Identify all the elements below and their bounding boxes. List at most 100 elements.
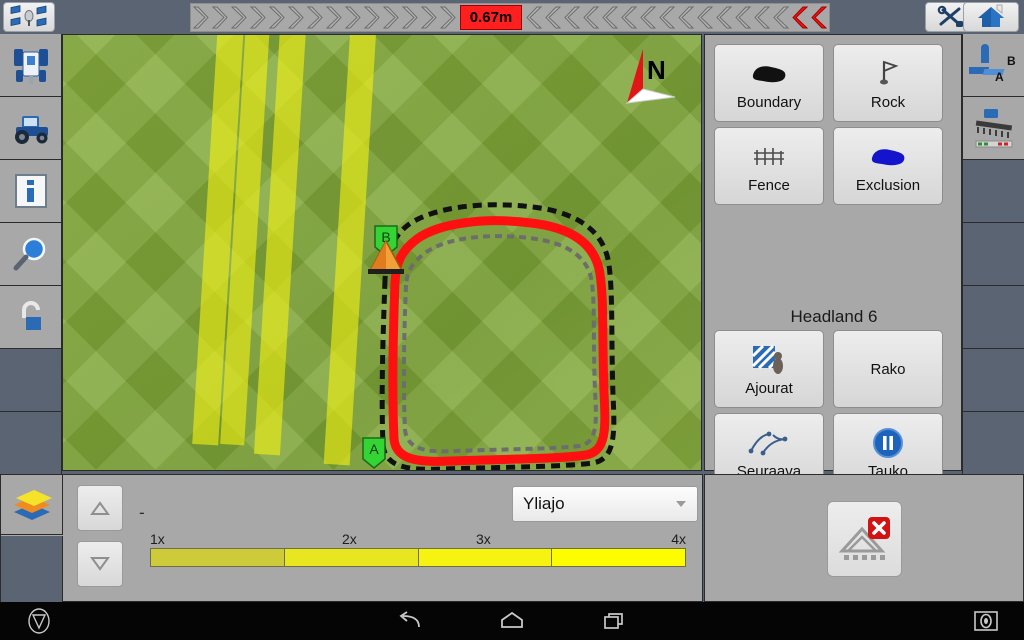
headland-title: Headland 6 — [790, 307, 878, 326]
satellite-icon — [10, 5, 47, 27]
rock-button[interactable]: Rock — [833, 44, 943, 122]
next-path-icon — [747, 426, 791, 460]
chevron-down-icon — [676, 501, 686, 507]
tractor-top-icon — [13, 49, 48, 84]
chevron-right-icon — [306, 6, 323, 29]
chevron-right-icon — [420, 6, 437, 29]
rock-label: Rock — [870, 93, 906, 111]
layers-button[interactable] — [1, 475, 63, 535]
marker-a: A — [361, 437, 387, 470]
sidebar-item-unlock[interactable] — [0, 286, 62, 349]
right-empty-slot-5 — [962, 412, 1024, 475]
sidebar-item-ab-line[interactable]: A B — [962, 34, 1024, 97]
tramlines-label: Ajourat — [745, 379, 793, 397]
top-bar: 0.67m — [0, 0, 1024, 34]
chevron-right-icon — [287, 6, 304, 29]
coverage-value: - — [139, 503, 145, 522]
svg-text:A: A — [995, 70, 1004, 84]
chevron-left-icon — [564, 6, 581, 29]
chevron-right-icon — [325, 6, 342, 29]
vehicle-marker — [366, 239, 406, 280]
marker-a-icon: A — [362, 437, 386, 469]
sidebar-item-info[interactable] — [0, 160, 62, 223]
chevron-right-icon — [211, 6, 228, 29]
gap-label: Rako — [870, 360, 906, 378]
chevron-right-icon — [192, 6, 209, 29]
exclusion-label: Exclusion — [855, 176, 921, 194]
section-control-panel — [704, 474, 1024, 602]
svg-text:A: A — [369, 441, 379, 457]
field-map[interactable]: B A N — [62, 34, 702, 471]
sidebar-item-implement-sections[interactable] — [962, 97, 1024, 160]
chevron-left-icon — [640, 6, 657, 29]
app-logo-icon[interactable] — [26, 608, 52, 634]
exclusion-button[interactable]: Exclusion — [833, 127, 943, 205]
chevron-left-icon — [735, 6, 752, 29]
flag-icon — [875, 57, 901, 91]
overlap-mode-value: Yliajo — [523, 494, 565, 513]
layers-icon — [13, 489, 52, 520]
boundary-label: Boundary — [736, 93, 802, 111]
sidebar-item-zoom[interactable] — [0, 223, 62, 286]
chevron-left-icon — [659, 6, 676, 29]
chevron-left-active-icon — [811, 6, 828, 29]
map-tools-panel: Boundary Rock Fence Exclusion Headland 6… — [704, 34, 962, 491]
fence-icon — [752, 140, 786, 174]
home-icon — [978, 4, 1004, 27]
chevron-left-icon — [754, 6, 771, 29]
chevron-left-icon — [773, 6, 790, 29]
chevron-right-icon — [230, 6, 247, 29]
gps-status-button[interactable] — [3, 2, 55, 32]
svg-text:B: B — [1007, 54, 1016, 68]
lightbar: 0.67m — [190, 3, 830, 32]
legend-segment-2x — [284, 549, 419, 566]
tramlines-button[interactable]: Ajourat — [714, 330, 824, 408]
chevron-left-icon — [526, 6, 543, 29]
right-empty-slot-1 — [962, 160, 1024, 223]
overlap-mode-select[interactable]: Yliajo — [512, 486, 698, 522]
chevron-left-icon — [583, 6, 600, 29]
triangle-up-icon — [90, 501, 110, 515]
tools-icon — [937, 5, 963, 27]
chevron-right-icon — [439, 6, 456, 29]
home-button[interactable] — [963, 2, 1019, 32]
chevron-right-icon — [401, 6, 418, 29]
fence-label: Fence — [748, 176, 790, 194]
sections-off-button[interactable] — [827, 501, 902, 577]
sidebar-empty-slot-2 — [0, 412, 62, 475]
step-down-button[interactable] — [77, 541, 123, 587]
chevron-right-icon — [344, 6, 361, 29]
boundary-button[interactable]: Boundary — [714, 44, 824, 122]
screenshot-icon[interactable] — [972, 608, 1000, 634]
android-nav-bar — [0, 602, 1024, 640]
chevron-left-icon — [621, 6, 638, 29]
vehicle-icon — [368, 239, 404, 274]
legend-ticks: 1x 2x 3x 4x — [150, 531, 686, 548]
cross-track-offset: 0.67m — [460, 5, 522, 30]
legend-segment-4x — [552, 549, 685, 566]
legend-tick-4x: 4x — [671, 531, 686, 547]
sidebar-item-vehicle-side-view[interactable] — [0, 97, 62, 160]
gap-button[interactable]: Rako — [833, 330, 943, 408]
left-toolbar — [0, 34, 62, 475]
headland-line — [401, 234, 598, 454]
triangle-down-icon — [90, 557, 110, 571]
recents-icon[interactable] — [600, 608, 628, 634]
legend-tick-2x: 2x — [342, 531, 357, 547]
padlock-open-icon — [21, 301, 41, 330]
back-icon[interactable] — [396, 608, 424, 634]
chevron-left-active-icon — [792, 6, 809, 29]
tramline-icon — [751, 343, 787, 377]
exclusion-blob-icon — [868, 140, 908, 174]
right-empty-slot-2 — [962, 223, 1024, 286]
step-up-button[interactable] — [77, 485, 123, 531]
implement-disabled-icon — [838, 517, 890, 560]
right-empty-slot-4 — [962, 349, 1024, 412]
sidebar-item-vehicle-top-view[interactable] — [0, 34, 62, 97]
fence-button[interactable]: Fence — [714, 127, 824, 205]
gps-guidance-app: 0.67m B A N Boundary Rock Fence Exclusio… — [0, 0, 1024, 640]
home-outline-icon[interactable] — [498, 608, 526, 634]
info-icon — [14, 174, 47, 208]
legend-segment-1x — [151, 549, 285, 566]
tractor-side-icon — [14, 116, 48, 144]
